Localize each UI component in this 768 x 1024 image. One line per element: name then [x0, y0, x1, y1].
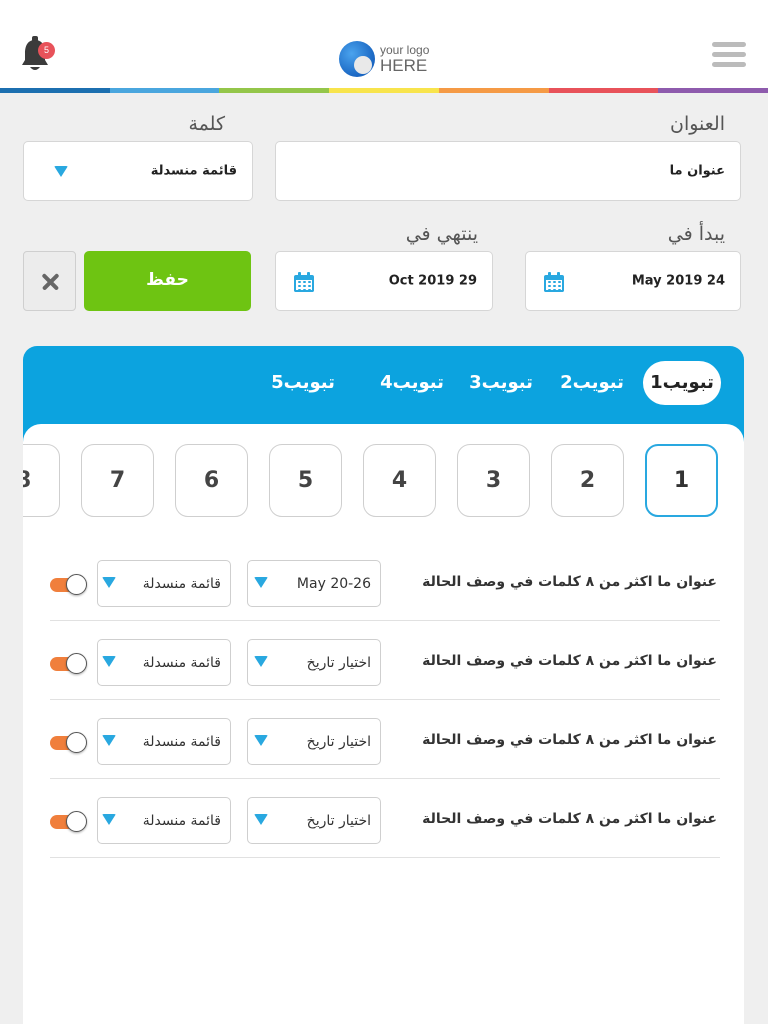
dropdown-arrow-icon [254, 814, 268, 825]
number-box-3[interactable]: 3 [457, 444, 530, 517]
date-picker-value: اختيار تاريخ [306, 654, 371, 671]
date-picker-dropdown[interactable]: 20-26 May [247, 560, 381, 607]
toggle-knob [66, 574, 87, 595]
list-dropdown-value: قائمة منسدلة [142, 575, 221, 592]
rainbow-divider [0, 88, 768, 93]
rainbow-segment-2 [109, 88, 220, 93]
word-label: كلمة [188, 113, 225, 135]
number-box-8[interactable]: 8 [23, 444, 60, 517]
rainbow-segment-1 [0, 88, 110, 93]
dropdown-arrow-icon [102, 814, 116, 825]
tab-5[interactable]: تبويب5 [264, 361, 342, 405]
list-dropdown[interactable]: قائمة منسدلة [97, 560, 231, 607]
date-picker-dropdown[interactable]: اختيار تاريخ [247, 718, 381, 765]
row-title: عنوان ما اكثر من ٨ كلمات في وصف الحالة [422, 732, 717, 748]
number-box-6[interactable]: 6 [175, 444, 248, 517]
toggle-knob [66, 811, 87, 832]
row-title: عنوان ما اكثر من ٨ كلمات في وصف الحالة [422, 653, 717, 669]
row-divider [50, 857, 720, 858]
calendar-icon[interactable] [544, 272, 564, 292]
date-picker-dropdown[interactable]: اختيار تاريخ [247, 639, 381, 686]
end-date-value: 29 Oct 2019 [388, 273, 477, 289]
list-dropdown-value: قائمة منسدلة [142, 733, 221, 750]
rainbow-segment-6 [548, 88, 659, 93]
start-date-label: يبدأ في [667, 223, 725, 245]
rainbow-segment-4 [329, 88, 439, 93]
word-dropdown[interactable]: قائمة منسدلة [23, 141, 253, 201]
date-picker-dropdown[interactable]: اختيار تاريخ [247, 797, 381, 844]
number-box-1[interactable]: 1 [645, 444, 718, 517]
row-toggle[interactable] [50, 811, 87, 832]
start-date-value: 24 May 2019 [631, 273, 725, 289]
dropdown-arrow-icon [254, 735, 268, 746]
tab-content-card: 1 2 3 4 5 6 7 8 عنوان ما اكثر من ٨ كلمات… [23, 424, 744, 1024]
start-date-field[interactable]: 24 May 2019 [525, 251, 741, 311]
list-dropdown-value: قائمة منسدلة [142, 812, 221, 829]
dropdown-arrow-icon [102, 735, 116, 746]
calendar-icon[interactable] [294, 272, 314, 292]
dropdown-arrow-icon [254, 656, 268, 667]
logo-text-small: your logo [380, 43, 430, 57]
number-box-7[interactable]: 7 [81, 444, 154, 517]
list-dropdown[interactable]: قائمة منسدلة [97, 797, 231, 844]
row-title: عنوان ما اكثر من ٨ كلمات في وصف الحالة [422, 811, 717, 827]
list-dropdown[interactable]: قائمة منسدلة [97, 639, 231, 686]
word-dropdown-value: قائمة منسدلة [150, 163, 237, 179]
rainbow-segment-7 [658, 88, 768, 93]
number-box-2[interactable]: 2 [551, 444, 624, 517]
number-box-4[interactable]: 4 [363, 444, 436, 517]
date-picker-value: 20-26 May [296, 575, 371, 592]
list-dropdown[interactable]: قائمة منسدلة [97, 718, 231, 765]
tab-1[interactable]: تبويب1 [643, 361, 721, 405]
end-date-field[interactable]: 29 Oct 2019 [275, 251, 493, 311]
row-divider [50, 699, 720, 700]
toggle-knob [66, 653, 87, 674]
row-toggle[interactable] [50, 653, 87, 674]
dropdown-arrow-icon [54, 166, 68, 177]
hamburger-menu-icon[interactable] [712, 42, 746, 68]
row-toggle[interactable] [50, 732, 87, 753]
list-dropdown-value: قائمة منسدلة [142, 654, 221, 671]
rainbow-segment-3 [219, 88, 330, 93]
save-button[interactable]: حفظ [84, 251, 251, 311]
rainbow-segment-5 [438, 88, 549, 93]
tab-3[interactable]: تبويب3 [462, 361, 540, 405]
notification-count-badge: 5 [38, 42, 55, 59]
logo-text-large: HERE [380, 56, 428, 75]
toggle-knob [66, 732, 87, 753]
app-header: 5 your logo HERE [0, 0, 768, 88]
tab-2[interactable]: تبويب2 [553, 361, 631, 405]
dropdown-arrow-icon [254, 577, 268, 588]
row-divider [50, 620, 720, 621]
logo-mark-icon [339, 41, 375, 77]
close-icon[interactable] [23, 251, 76, 311]
row-toggle[interactable] [50, 574, 87, 595]
end-date-label: ينتهي في [405, 223, 478, 245]
dropdown-arrow-icon [102, 656, 116, 667]
date-picker-value: اختيار تاريخ [306, 812, 371, 829]
title-input-value: عنوان ما [669, 163, 725, 179]
dropdown-arrow-icon [102, 577, 116, 588]
company-logo: your logo HERE [339, 40, 439, 78]
date-picker-value: اختيار تاريخ [306, 733, 371, 750]
number-box-5[interactable]: 5 [269, 444, 342, 517]
tab-4[interactable]: تبويب4 [373, 361, 451, 405]
title-input[interactable]: عنوان ما [275, 141, 741, 201]
title-label: العنوان [669, 113, 725, 135]
row-divider [50, 778, 720, 779]
row-title: عنوان ما اكثر من ٨ كلمات في وصف الحالة [422, 574, 717, 590]
